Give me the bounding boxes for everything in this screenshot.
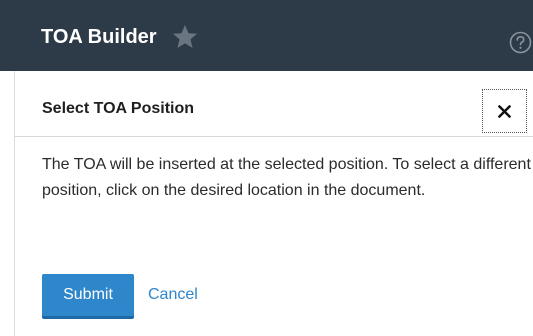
dialog-title: Select TOA Position (42, 100, 195, 117)
toa-builder-app: TOA Builder Select TOA Position The TOA … (0, 0, 533, 336)
dialog-header: Select TOA Position (15, 71, 533, 137)
close-icon (498, 105, 511, 118)
select-position-dialog: Select TOA Position The TOA will be inse… (14, 71, 533, 336)
dialog-message: The TOA will be inserted at the selected… (42, 156, 531, 199)
help-icon[interactable] (508, 30, 533, 55)
submit-button[interactable]: Submit (42, 274, 134, 319)
app-title: TOA Builder (41, 26, 157, 48)
star-icon[interactable] (172, 24, 198, 50)
close-button[interactable] (482, 89, 527, 133)
cancel-link[interactable]: Cancel (148, 285, 198, 305)
app-header: TOA Builder (0, 0, 533, 71)
